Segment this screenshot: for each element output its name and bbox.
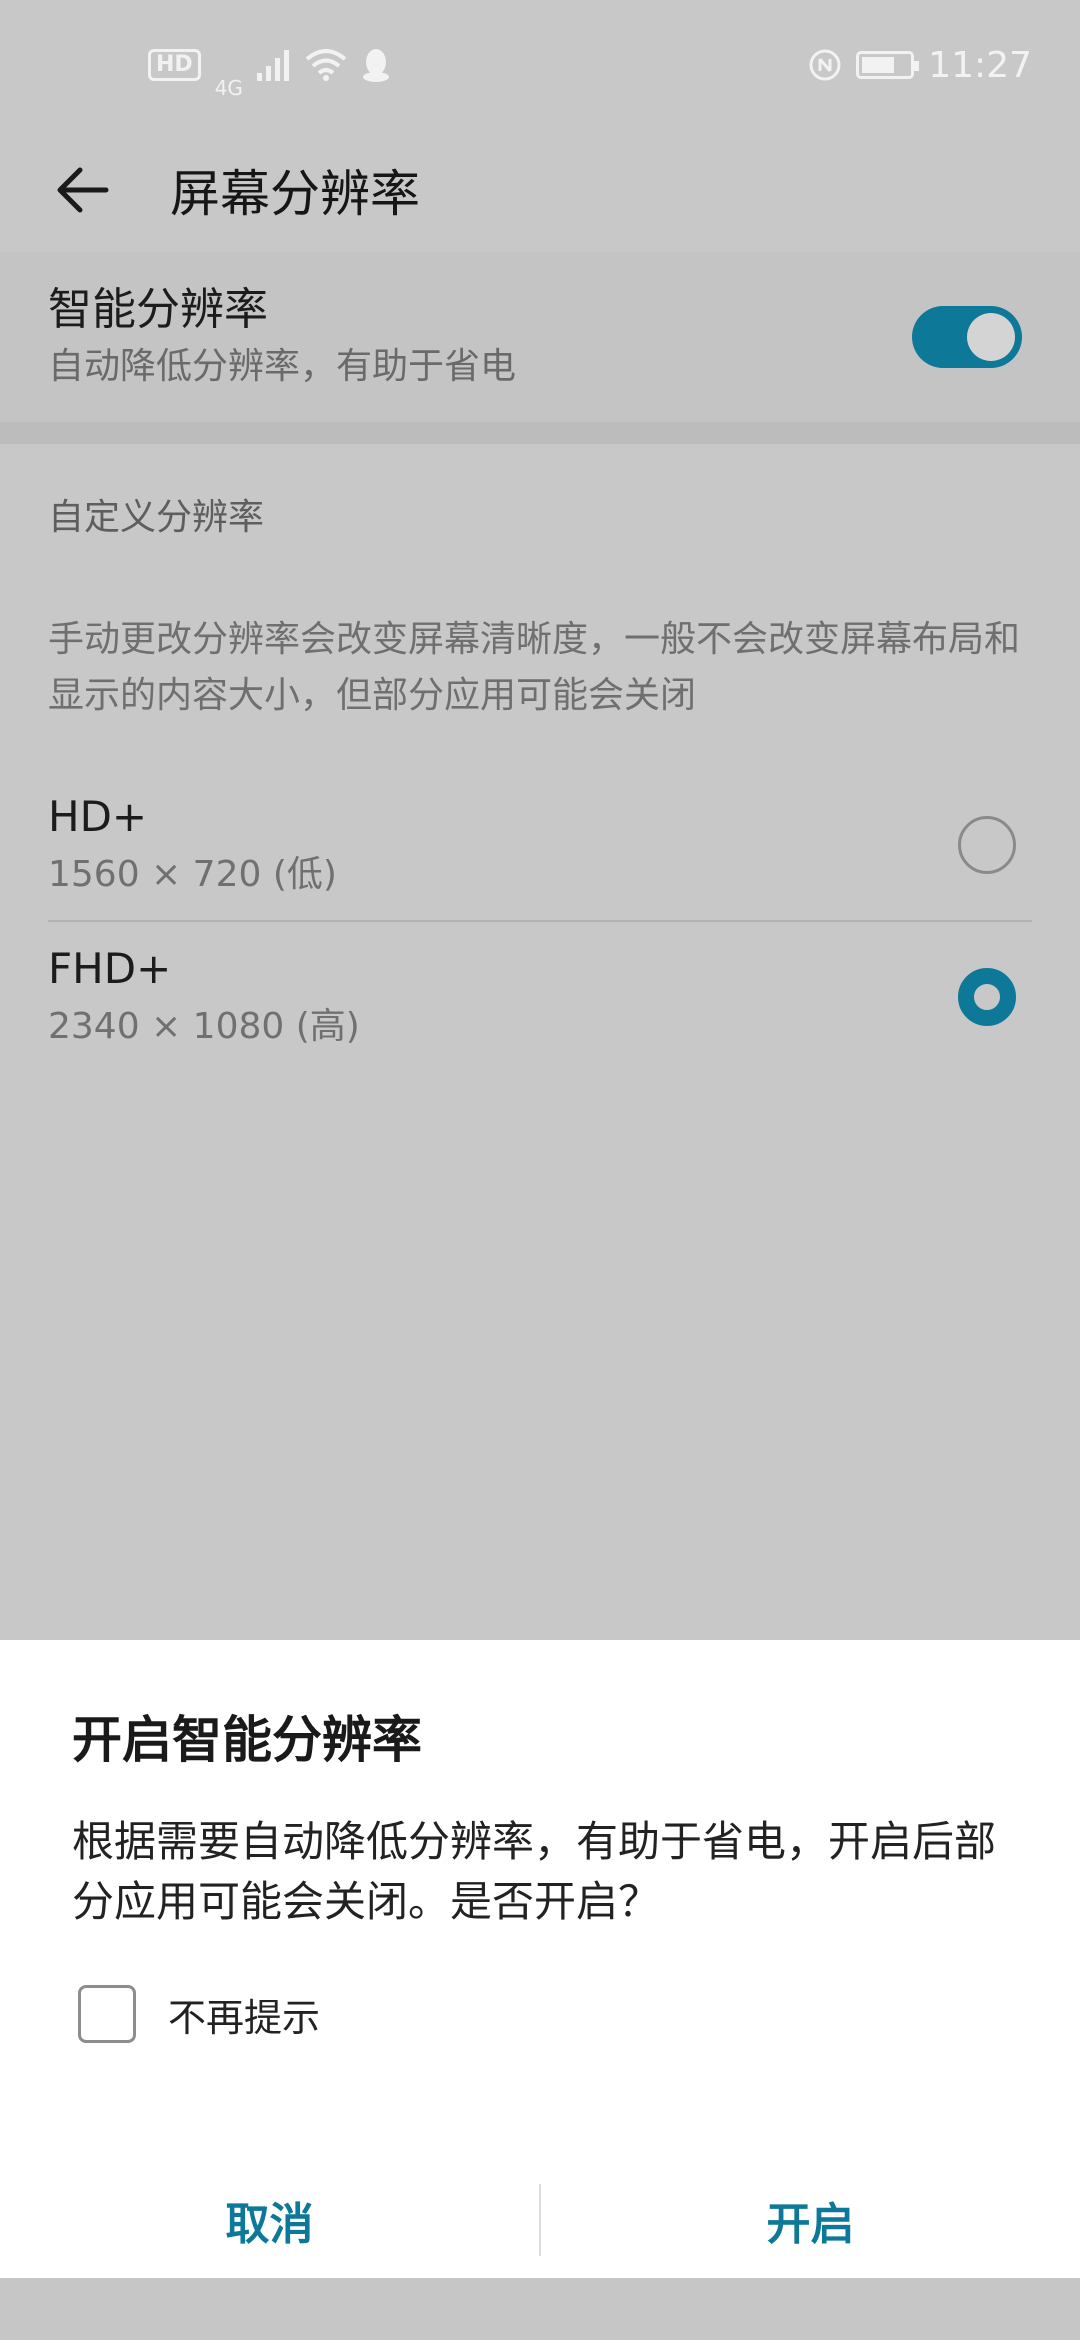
section-divider: [0, 422, 1080, 444]
custom-description: 手动更改分辨率会改变屏幕清晰度，一般不会改变屏幕布局和显示的内容大小，但部分应用…: [48, 619, 1021, 716]
network-type: 4G: [214, 76, 243, 100]
option-fhd-plus[interactable]: FHD+ 2340 × 1080 (高): [48, 922, 1032, 1072]
smart-resolution-title: 智能分辨率: [48, 284, 268, 335]
dont-remind-checkbox[interactable]: [78, 1985, 136, 2043]
status-right-icons: 11:27: [808, 45, 1032, 86]
toggle-knob: [967, 313, 1015, 361]
radio-fhd-plus[interactable]: [958, 968, 1016, 1026]
status-bar: HD 4G 11:27: [0, 0, 1080, 130]
clock: 11:27: [928, 44, 1032, 86]
option-text: FHD+ 2340 × 1080 (高): [48, 941, 958, 1053]
enable-button[interactable]: 开启: [541, 2160, 1080, 2280]
dialog-title: 开启智能分辨率: [72, 1711, 422, 1769]
dialog-message: 根据需要自动降低分辨率，有助于省电，开启后部分应用可能会关闭。是否开启？: [72, 1817, 997, 1926]
option-text: HD+ 1560 × 720 (低): [48, 789, 958, 901]
dont-remind-option[interactable]: 不再提示: [78, 1985, 320, 2043]
option-hd-plus[interactable]: HD+ 1560 × 720 (低): [48, 770, 1032, 920]
signal-icon: [256, 50, 289, 81]
hd-badge: HD: [148, 49, 201, 81]
option-subtitle: 1560 × 720 (低): [48, 854, 337, 895]
battery-icon: [856, 51, 920, 79]
dont-remind-label: 不再提示: [168, 1995, 321, 2040]
smart-resolution-subtitle: 自动降低分辨率，有助于省电: [48, 346, 517, 387]
section-header-custom: 自定义分辨率: [48, 497, 265, 538]
bottom-strip: [0, 2278, 1080, 2340]
smart-resolution-toggle[interactable]: [912, 306, 1022, 368]
option-title: HD+: [48, 792, 148, 841]
radio-hd-plus[interactable]: [958, 816, 1016, 874]
page-title: 屏幕分辨率: [170, 165, 420, 223]
dialog-actions: 取消 开启: [0, 2160, 1080, 2280]
title-bar: 屏幕分辨率: [0, 130, 1080, 250]
enable-smart-resolution-dialog: 开启智能分辨率 根据需要自动降低分辨率，有助于省电，开启后部分应用可能会关闭。是…: [0, 1640, 1080, 2278]
status-left-icons: HD 4G: [148, 30, 391, 100]
qq-icon: [362, 49, 389, 82]
option-subtitle: 2340 × 1080 (高): [48, 1006, 360, 1047]
back-button[interactable]: [22, 130, 142, 250]
back-arrow-icon: [57, 167, 109, 213]
screen: HD 4G 11:27 屏幕分辨率 智能分辨率 自动降低分辨率，有助于省电 自定…: [0, 0, 1080, 2340]
wifi-icon: [305, 49, 347, 81]
nfc-icon: [809, 49, 841, 81]
smart-resolution-text: 智能分辨率 自动降低分辨率，有助于省电: [48, 281, 912, 393]
option-title: FHD+: [48, 944, 172, 993]
cancel-button[interactable]: 取消: [0, 2160, 539, 2280]
smart-resolution-row[interactable]: 智能分辨率 自动降低分辨率，有助于省电: [0, 252, 1080, 422]
